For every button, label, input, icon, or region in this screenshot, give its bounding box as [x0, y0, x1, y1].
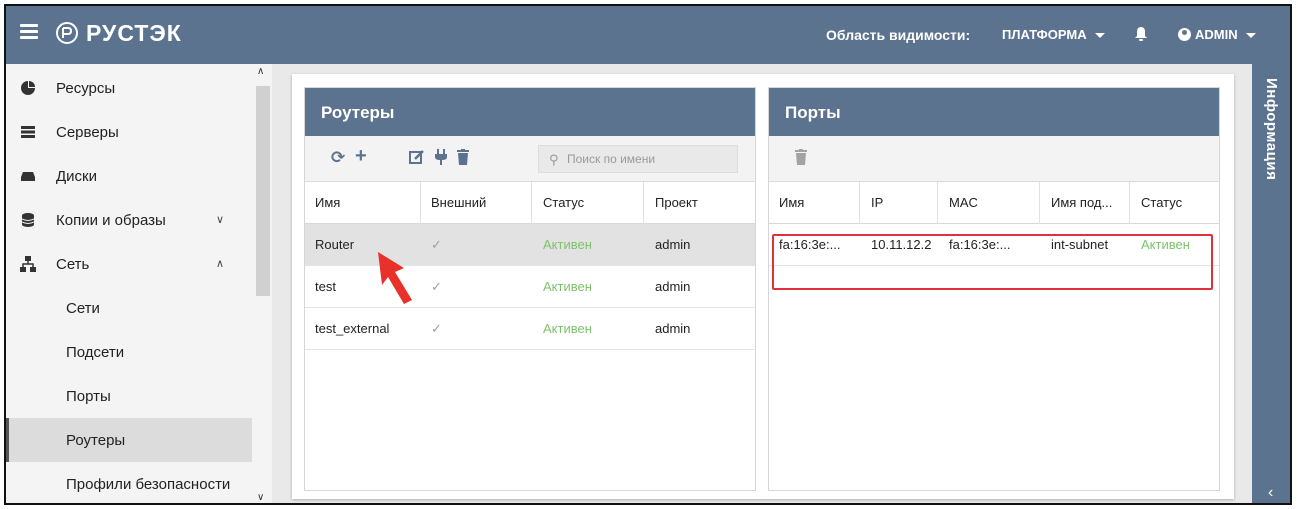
trash-icon[interactable] [795, 149, 807, 169]
routers-table-header: Имя Внешний Статус Проект [305, 182, 755, 224]
sidebar-item-label: Ресурсы [56, 79, 116, 97]
column-divider [531, 182, 532, 224]
sidebar-item-subnets[interactable]: Подсети [6, 330, 252, 374]
check-icon: ✓ [431, 237, 442, 252]
status-badge: Активен [543, 237, 592, 252]
highlight-box [772, 234, 1213, 290]
sidebar: Ресурсы Серверы Диски Копии и образы ∨ С… [6, 64, 272, 503]
sidebar-item-ports[interactable]: Порты [6, 374, 252, 418]
ports-toolbar [769, 136, 1219, 182]
chevron-down-icon [1094, 33, 1105, 39]
check-icon: ✓ [431, 321, 442, 336]
plug-icon[interactable] [435, 149, 447, 169]
scope-label: Область видимости: [826, 27, 971, 43]
logo-icon [56, 22, 78, 44]
scope-value: ПЛАТФОРМА [1002, 27, 1087, 42]
sidebar-scroll-thumb[interactable] [256, 86, 270, 296]
column-header[interactable]: Имя [315, 195, 340, 210]
routers-panel: Роутеры ⟳ + ⚲ Поиск по имени Имя Внешний… [304, 87, 756, 491]
add-icon[interactable]: + [355, 146, 367, 166]
info-panel-label: Информация [1263, 78, 1280, 181]
edit-icon[interactable] [409, 149, 425, 169]
pointer-arrow-icon [378, 252, 412, 304]
table-row[interactable]: test_external ✓ Активен admin [305, 308, 755, 350]
ports-table-header: Имя IP MAC Имя под... Статус [769, 182, 1219, 224]
database-icon [20, 212, 36, 228]
user-icon [1178, 28, 1191, 41]
ports-panel-title: Порты [769, 88, 1219, 136]
cell-project: admin [655, 321, 691, 336]
bell-icon[interactable] [1134, 26, 1148, 42]
chevron-left-icon[interactable]: ‹ [1268, 484, 1273, 502]
network-icon [20, 256, 36, 272]
sidebar-item-security-profiles[interactable]: Профили безопасности [6, 462, 252, 503]
column-divider [1039, 182, 1040, 224]
column-divider [937, 182, 938, 224]
cell-project: admin [655, 237, 691, 252]
sidebar-item-networks[interactable]: Сети [6, 286, 252, 330]
column-header[interactable]: Имя под... [1051, 195, 1112, 210]
status-badge: Активен [543, 321, 592, 336]
sidebar-item-label: Диски [56, 167, 97, 185]
cell-name: test [315, 279, 336, 294]
sidebar-item-label: Сеть [56, 255, 90, 273]
sidebar-item-resources[interactable]: Ресурсы [6, 66, 252, 110]
sidebar-item-label: Копии и образы [56, 211, 166, 229]
app-window: РУСТЭК Область видимости: ПЛАТФОРМА ADMI… [4, 4, 1292, 505]
cell-name: test_external [315, 321, 390, 336]
sidebar-item-label: Подсети [66, 343, 125, 361]
pie-chart-icon [20, 80, 36, 96]
column-header[interactable]: IP [871, 195, 883, 210]
routers-panel-title: Роутеры [305, 88, 755, 136]
sidebar-item-servers[interactable]: Серверы [6, 110, 252, 154]
cell-project: admin [655, 279, 691, 294]
server-icon [20, 124, 36, 140]
column-header[interactable]: Имя [779, 195, 804, 210]
user-name: ADMIN [1195, 27, 1238, 42]
column-header[interactable]: Статус [1141, 195, 1182, 210]
sidebar-item-label: Серверы [56, 123, 119, 141]
check-icon: ✓ [431, 279, 442, 294]
brand-name: РУСТЭК [86, 20, 182, 46]
table-row[interactable]: test ✓ Активен admin [305, 266, 755, 308]
sidebar-item-label: Порты [66, 387, 111, 405]
column-header[interactable]: Внешний [431, 195, 486, 210]
status-badge: Активен [543, 279, 592, 294]
table-row[interactable]: Router ✓ Активен admin [305, 224, 755, 266]
routers-toolbar: ⟳ + ⚲ Поиск по имени [305, 136, 755, 182]
scroll-up-icon[interactable]: ∧ [257, 66, 264, 77]
hamburger-menu-icon[interactable] [20, 24, 38, 40]
column-divider [643, 182, 644, 224]
column-header[interactable]: Статус [543, 195, 584, 210]
user-menu[interactable]: ADMIN [1178, 27, 1256, 42]
sidebar-item-label: Сети [66, 299, 100, 317]
column-header[interactable]: MAC [949, 195, 978, 210]
refresh-icon[interactable]: ⟳ [331, 149, 345, 167]
scroll-down-icon[interactable]: ∨ [257, 492, 264, 503]
scope-dropdown[interactable]: ПЛАТФОРМА [1002, 27, 1105, 42]
chevron-down-icon [1245, 33, 1256, 39]
chevron-up-icon: ∧ [215, 258, 224, 270]
column-divider [1129, 182, 1130, 224]
top-bar: РУСТЭК Область видимости: ПЛАТФОРМА ADMI… [6, 6, 1290, 64]
search-icon: ⚲ [549, 152, 559, 167]
trash-icon[interactable] [457, 149, 469, 169]
sidebar-item-network[interactable]: Сеть ∧ [6, 242, 252, 286]
sidebar-item-routers[interactable]: Роутеры [6, 418, 252, 462]
cell-name: Router [315, 237, 355, 252]
sidebar-item-label: Профили безопасности [66, 475, 231, 493]
column-header[interactable]: Проект [655, 195, 698, 210]
search-input[interactable]: ⚲ Поиск по имени [538, 145, 738, 173]
drive-icon [20, 168, 36, 184]
sidebar-item-backups[interactable]: Копии и образы ∨ [6, 198, 252, 242]
chevron-down-icon: ∨ [215, 214, 224, 226]
sidebar-item-label: Роутеры [66, 431, 126, 449]
search-placeholder: Поиск по имени [567, 152, 656, 166]
column-divider [859, 182, 860, 224]
sidebar-item-disks[interactable]: Диски [6, 154, 252, 198]
column-divider [420, 182, 421, 224]
